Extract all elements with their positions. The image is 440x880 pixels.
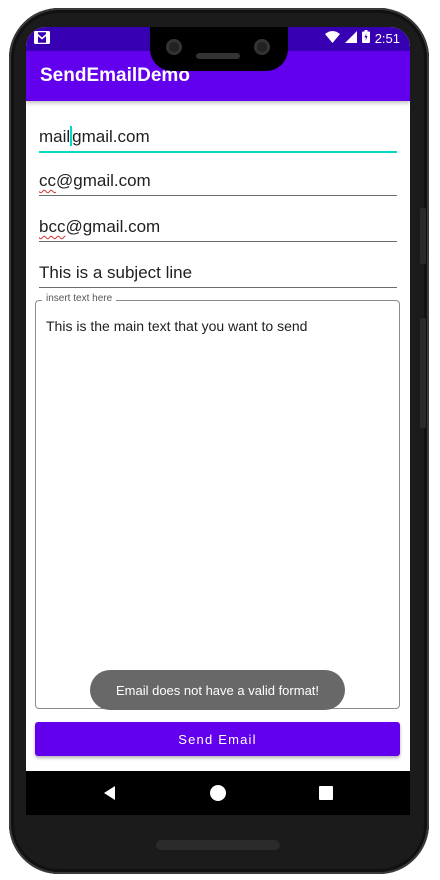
spellcheck-underline: cc bbox=[39, 171, 56, 190]
bcc-email-field[interactable]: bcc@gmail.com bbox=[39, 211, 397, 242]
error-toast: Email does not have a valid format! bbox=[90, 670, 345, 710]
to-email-value-part-1: mail bbox=[39, 127, 71, 146]
status-time: 2:51 bbox=[374, 30, 400, 46]
cc-email-value-rest: @gmail.com bbox=[56, 171, 151, 190]
to-email-value-part-2: gmail.com bbox=[72, 127, 150, 146]
message-body-label: insert text here bbox=[42, 293, 117, 304]
message-body-value: This is the main text that you want to s… bbox=[46, 318, 308, 334]
battery-icon bbox=[361, 30, 370, 46]
status-icons: 2:51 bbox=[324, 30, 400, 46]
to-email-field[interactable]: mail gmail.com bbox=[39, 121, 397, 153]
bcc-email-value-rest: @gmail.com bbox=[65, 217, 161, 236]
cellular-signal-icon bbox=[344, 30, 357, 46]
cc-email-field[interactable]: cc@gmail.com bbox=[39, 165, 397, 196]
recents-icon[interactable] bbox=[316, 783, 336, 803]
volume-button bbox=[420, 318, 426, 428]
front-camera-icon bbox=[166, 39, 182, 55]
send-email-button-label: Send Email bbox=[178, 731, 257, 747]
to-email-value: mail gmail.com bbox=[39, 126, 150, 147]
subject-field[interactable]: This is a subject line bbox=[39, 257, 397, 288]
navigation-bar bbox=[26, 771, 410, 815]
bcc-email-value: bcc@gmail.com bbox=[39, 217, 160, 237]
message-body-field[interactable]: insert text here This is the main text t… bbox=[35, 293, 400, 709]
front-camera-icon bbox=[254, 39, 270, 55]
camera-notch bbox=[150, 27, 288, 71]
bottom-speaker bbox=[156, 840, 280, 850]
home-icon[interactable] bbox=[208, 783, 228, 803]
subject-value: This is a subject line bbox=[39, 263, 193, 282]
gmail-notification-icon bbox=[33, 30, 51, 47]
back-icon[interactable] bbox=[100, 783, 120, 803]
send-email-button[interactable]: Send Email bbox=[35, 722, 400, 756]
toast-message: Email does not have a valid format! bbox=[115, 682, 320, 698]
wifi-icon bbox=[324, 30, 340, 46]
earpiece-speaker bbox=[196, 53, 240, 59]
screen: 2:51 SendEmailDemo mail gmail.com cc@gmai… bbox=[26, 27, 410, 815]
cc-email-value: cc@gmail.com bbox=[39, 171, 151, 191]
spellcheck-underline: bcc bbox=[39, 217, 66, 236]
power-button bbox=[420, 208, 426, 264]
